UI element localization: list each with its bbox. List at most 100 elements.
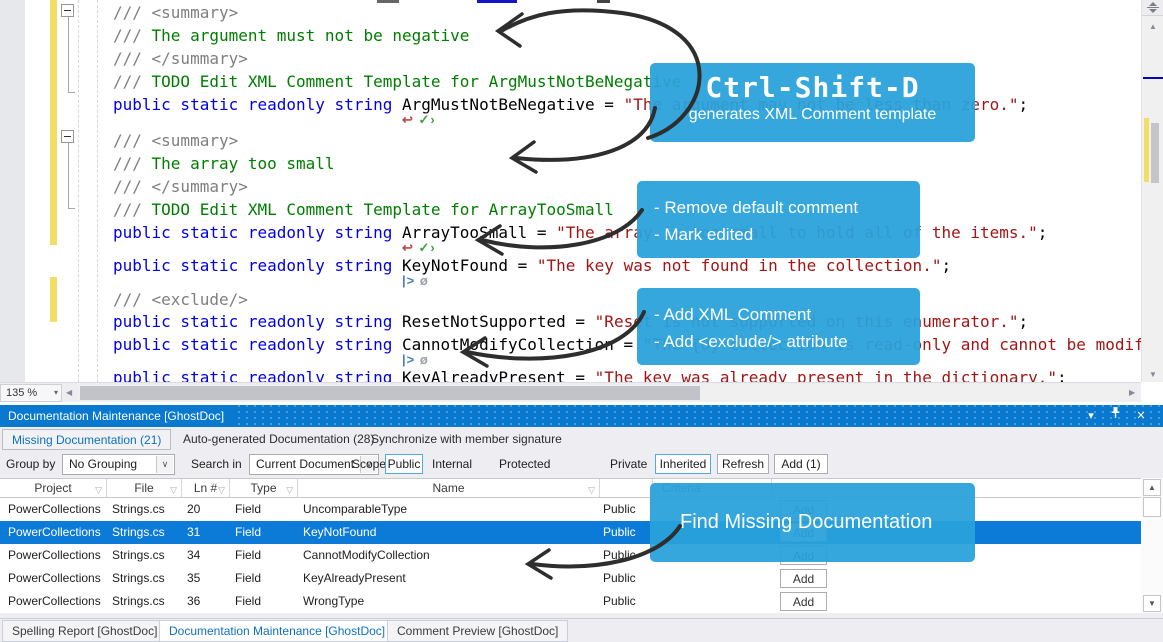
outline-tick <box>68 208 75 209</box>
scope-label: Scope <box>352 457 386 471</box>
tab-missing-documentation[interactable]: Missing Documentation (21) <box>2 429 171 450</box>
code-token: TODO Edit XML Comment Template for ArgMu… <box>152 72 682 91</box>
cell-ln: 35 <box>182 567 230 590</box>
column-header-scope[interactable] <box>600 479 653 497</box>
code-token: /// <exclude/> <box>113 290 248 309</box>
table-row[interactable]: PowerCollectionsStrings.cs35FieldKeyAlre… <box>0 567 1141 590</box>
tab-synchronize-member-signature[interactable]: Synchronize with member signature <box>362 429 571 450</box>
tab-documentation-maintenance[interactable]: Documentation Maintenance [GhostDoc] <box>159 620 395 642</box>
eye-hidden-icon[interactable]: ø <box>420 273 434 288</box>
adornment-icons: |> ø <box>402 352 433 367</box>
code-editor[interactable]: /// <summary>/// The argument must not b… <box>0 0 1141 382</box>
cell-type: Field <box>230 544 298 567</box>
scroll-right-icon[interactable]: ▶ <box>1129 388 1135 397</box>
pin-icon[interactable] <box>1106 405 1124 427</box>
cell-project: PowerCollections <box>0 544 107 567</box>
tool-window-title-bar[interactable]: Documentation Maintenance [GhostDoc] ▾ ✕ <box>0 405 1163 427</box>
panel-toolbar: Group by No Grouping ∨ Search in Current… <box>0 452 1163 478</box>
column-header-ln[interactable]: Ln #▽ <box>182 479 230 497</box>
code-token: ; <box>1038 223 1048 242</box>
tab-auto-generated-documentation[interactable]: Auto-generated Documentation (28) <box>174 429 383 450</box>
cell-scope: Public <box>600 544 653 567</box>
refresh-button[interactable]: Refresh <box>717 454 769 474</box>
adornment-icons: |> ø <box>402 273 433 288</box>
cell-action: Add <box>772 567 1141 590</box>
callout-line: - Remove default comment <box>654 194 920 221</box>
cell-name: WrongType <box>298 590 600 613</box>
tab-comment-preview[interactable]: Comment Preview [GhostDoc] <box>387 620 568 642</box>
check-icon[interactable]: ✓› <box>419 240 441 255</box>
filter-icon[interactable]: ▽ <box>95 481 102 499</box>
column-header-project[interactable]: Project▽ <box>0 479 107 497</box>
scrollbar-thumb[interactable] <box>1151 123 1159 183</box>
indicator-margin <box>0 0 25 382</box>
code-line: /// TODO Edit XML Comment Template for A… <box>113 72 681 92</box>
filter-icon[interactable]: ▽ <box>218 481 225 499</box>
code-line: /// <exclude/> <box>113 290 248 310</box>
undo-arrow-icon[interactable]: ↩ <box>402 240 419 255</box>
cell-name: UncomparableType <box>298 498 600 521</box>
scroll-down-icon[interactable]: ▼ <box>1143 595 1161 612</box>
grid-vertical-scrollbar[interactable]: ▲ ▼ <box>1141 478 1163 613</box>
tag-icon[interactable]: |> <box>402 352 420 367</box>
adornment-icons: ↩ ✓› <box>402 240 440 255</box>
scope-toggle-internal[interactable]: Internal <box>432 457 472 471</box>
filter-icon[interactable]: ▽ <box>286 481 293 499</box>
code-token: ; <box>1019 312 1029 331</box>
callout-line: - Mark edited <box>654 221 920 248</box>
code-token: "The key was not found in the collection… <box>537 256 942 275</box>
tab-spelling-report[interactable]: Spelling Report [GhostDoc] <box>2 620 167 642</box>
group-by-dropdown[interactable]: No Grouping ∨ <box>62 454 175 475</box>
tag-icon[interactable]: |> <box>402 273 420 288</box>
eye-hidden-icon[interactable]: ø <box>420 352 434 367</box>
window-menu-icon[interactable]: ▾ <box>1082 405 1100 427</box>
callout-line: - Add <exclude/> attribute <box>654 328 920 355</box>
code-token: public static readonly string <box>113 223 392 242</box>
outline-tick <box>68 92 75 93</box>
filter-icon[interactable]: ▽ <box>588 481 595 499</box>
tool-window-title: Documentation Maintenance [GhostDoc] <box>0 405 238 427</box>
splitter-handle-icon[interactable] <box>1142 0 1163 16</box>
cell-scope: Public <box>600 521 653 544</box>
bottom-tab-strip: Spelling Report [GhostDoc] Documentation… <box>0 618 1163 642</box>
code-line: /// <summary> <box>113 3 238 23</box>
scroll-up-icon[interactable]: ▲ <box>1142 22 1163 32</box>
scroll-up-icon[interactable]: ▲ <box>1143 479 1161 496</box>
chevron-down-icon: ∨ <box>156 456 173 473</box>
cell-file: Strings.cs <box>107 590 182 613</box>
code-token: /// <box>113 200 152 219</box>
collapse-icon[interactable] <box>61 130 74 143</box>
cell-criteria <box>653 590 772 613</box>
close-icon[interactable]: ✕ <box>1132 405 1150 427</box>
scope-toggle-public[interactable]: Public <box>385 454 423 474</box>
editor-vertical-scrollbar[interactable]: ▲ ▼ <box>1141 0 1163 382</box>
collapse-icon[interactable] <box>61 4 74 17</box>
zoom-level-dropdown[interactable]: 135 % ▾ <box>0 384 62 402</box>
scroll-down-icon[interactable]: ▼ <box>1142 370 1163 380</box>
check-icon[interactable]: ✓› <box>419 112 441 127</box>
cell-scope: Public <box>600 498 653 521</box>
add-selected-button[interactable]: Add (1) <box>774 454 828 474</box>
scrollbar-thumb[interactable] <box>1143 497 1161 517</box>
column-header-type[interactable]: Type▽ <box>230 479 298 497</box>
cell-type: Field <box>230 521 298 544</box>
search-in-value: Current Document <box>256 457 354 471</box>
scope-toggle-private[interactable]: Private <box>610 457 647 471</box>
add-button[interactable]: Add <box>780 592 827 611</box>
scroll-left-icon[interactable]: ◀ <box>66 388 72 397</box>
column-header-file[interactable]: File▽ <box>107 479 182 497</box>
code-token: = <box>508 256 537 275</box>
scrollbar-thumb[interactable] <box>80 386 700 400</box>
adornment-icons: ↩ ✓› <box>402 112 440 127</box>
zoom-level-value: 135 % <box>6 387 37 399</box>
scope-toggle-inherited[interactable]: Inherited <box>655 454 711 474</box>
table-row[interactable]: PowerCollectionsStrings.cs36FieldWrongTy… <box>0 590 1141 613</box>
editor-horizontal-scrollbar[interactable] <box>78 385 1128 401</box>
code-token: /// <summary> <box>113 3 238 22</box>
column-header-name[interactable]: Name▽ <box>298 479 600 497</box>
filter-icon[interactable]: ▽ <box>170 481 177 499</box>
scope-toggle-protected[interactable]: Protected <box>499 457 550 471</box>
undo-arrow-icon[interactable]: ↩ <box>402 112 419 127</box>
add-button[interactable]: Add <box>780 569 827 588</box>
cell-type: Field <box>230 590 298 613</box>
